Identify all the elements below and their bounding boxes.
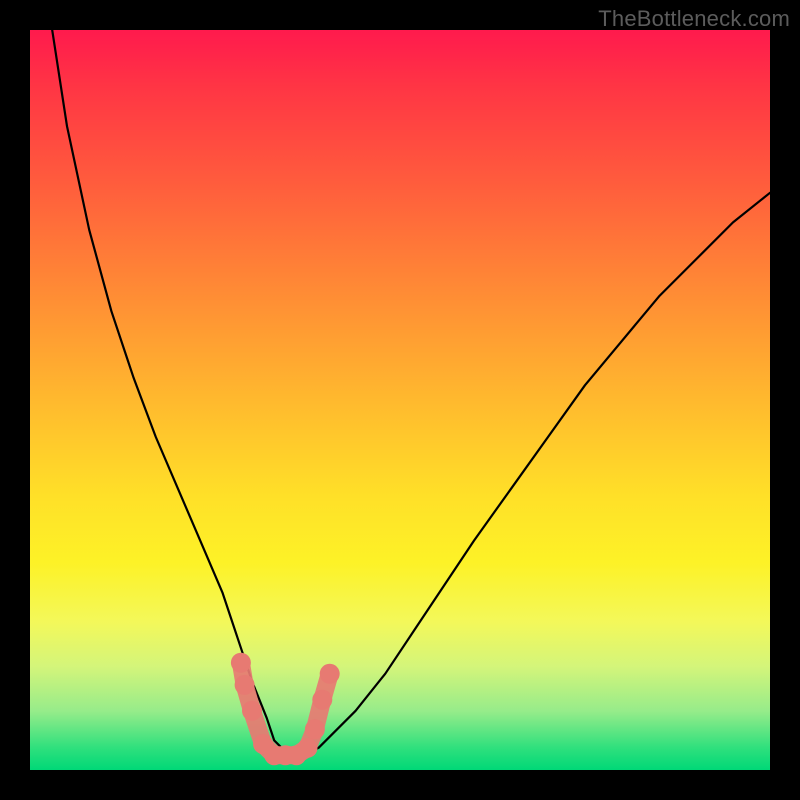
marker-dot (235, 675, 255, 695)
marker-dot (298, 738, 318, 758)
plot-area (30, 30, 770, 770)
curve-path (52, 30, 770, 755)
data-markers (231, 653, 340, 766)
watermark-text: TheBottleneck.com (598, 6, 790, 32)
marker-dot (242, 701, 262, 721)
marker-dot (312, 690, 332, 710)
marker-dot (320, 664, 340, 684)
chart-frame: TheBottleneck.com (0, 0, 800, 800)
chart-svg (30, 30, 770, 770)
marker-dot (231, 653, 251, 673)
bottleneck-curve (52, 30, 770, 755)
marker-dot (305, 719, 325, 739)
